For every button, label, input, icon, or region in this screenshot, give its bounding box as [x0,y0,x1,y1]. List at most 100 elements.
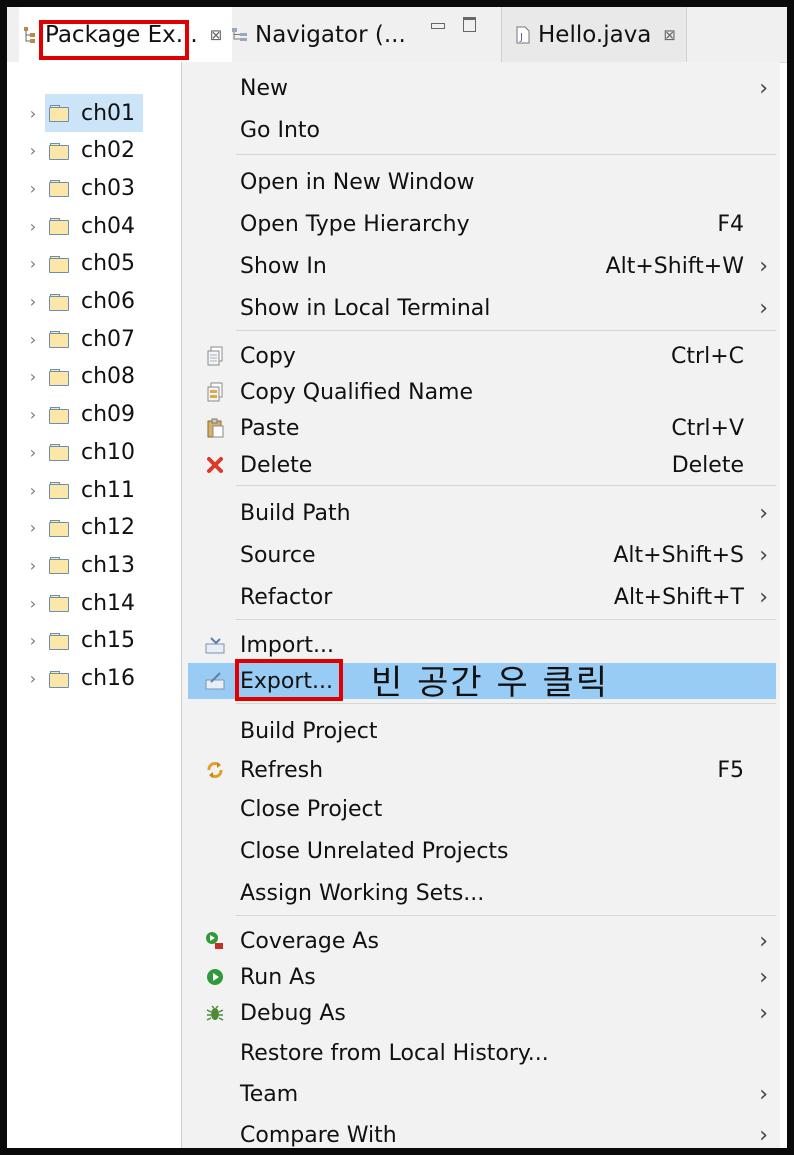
tree-item[interactable]: › ch12 [21,511,143,545]
menu-item-show-in-local-terminal[interactable]: Show in Local Terminal › [182,290,780,326]
tree-item[interactable]: › ch07 [21,322,143,356]
menu-item-show-in[interactable]: Show In Alt+Shift+W › [182,248,780,284]
tree-item[interactable]: › ch16 [21,662,143,696]
menu-item-close-project[interactable]: Close Project [182,791,780,827]
tab-hello-label: Hello.java [538,21,652,48]
tree-item[interactable]: › ch11 [21,473,143,507]
menu-item-coverage-as[interactable]: Coverage As › [182,923,780,959]
menu-item-open-in-new-window[interactable]: Open in New Window [182,164,780,200]
tree-item-content[interactable]: ch03 [45,169,143,207]
expand-chevron-icon[interactable]: › [21,254,45,273]
menu-item-copy-qualified-name[interactable]: Copy Qualified Name [182,374,780,410]
menu-shortcut: Ctrl+C [671,343,744,369]
tree-item[interactable]: › ch03 [21,171,143,205]
menu-item-copy[interactable]: Copy Ctrl+C [182,338,780,374]
tab-navigator[interactable]: Navigator (... [229,7,406,62]
expand-chevron-icon[interactable]: › [21,405,45,424]
menu-item-go-into[interactable]: Go Into [182,112,780,148]
menu-label: Debug As [240,1000,346,1026]
expand-chevron-icon[interactable]: › [21,669,45,688]
export-icon [202,668,228,694]
project-folder-icon [49,293,71,311]
expand-chevron-icon[interactable]: › [21,556,45,575]
tree-item[interactable]: › ch09 [21,398,143,432]
expand-chevron-icon[interactable]: › [21,330,45,349]
tree-item-label: ch08 [81,364,136,390]
expand-chevron-icon[interactable]: › [21,481,45,500]
menu-item-refresh[interactable]: Refresh F5 [182,752,780,788]
tree-item[interactable]: › ch06 [21,285,143,319]
expand-chevron-icon[interactable]: › [21,631,45,650]
menu-label: Show In [240,253,327,279]
tree-item-content[interactable]: ch06 [45,283,143,321]
tree-item-content[interactable]: ch11 [45,471,143,509]
tree-item[interactable]: › ch08 [21,360,143,394]
maximize-icon[interactable] [463,17,476,32]
submenu-arrow-icon: › [759,75,768,101]
tab-hello-java[interactable]: J Hello.java ⊠ [501,7,687,62]
tree-item-content[interactable]: ch12 [45,509,143,547]
project-folder-icon [49,595,71,613]
menu-item-source[interactable]: Source Alt+Shift+S › [182,537,780,573]
menu-item-paste[interactable]: Paste Ctrl+V [182,410,780,446]
menu-item-new[interactable]: New › [182,70,780,106]
menu-shortcut: Ctrl+V [671,415,744,441]
menu-label: Team [240,1081,299,1107]
menu-item-assign-working-sets[interactable]: Assign Working Sets... [182,875,780,911]
tree-item-content[interactable]: ch09 [45,396,143,434]
menu-label: Refresh [240,757,324,783]
menu-label: Build Project [240,718,378,744]
menu-item-compare-with[interactable]: Compare With › [182,1117,780,1148]
menu-item-restore-local-history[interactable]: Restore from Local History... [182,1035,780,1071]
minimize-icon[interactable] [431,23,445,29]
menu-label: Open Type Hierarchy [240,211,470,237]
tree-item-label: ch06 [81,289,136,314]
menu-item-build-path[interactable]: Build Path › [182,495,780,531]
close-icon[interactable]: ⊠ [663,26,676,44]
expand-chevron-icon[interactable]: › [21,367,45,386]
tree-item[interactable]: › ch05 [21,247,143,281]
tree-item[interactable]: › ch04 [21,209,143,243]
screenshot-frame: Package Ex... ⊠ Navigator (... J Hello.j… [0,0,794,1155]
expand-chevron-icon[interactable]: › [21,594,45,613]
menu-item-delete[interactable]: Delete Delete [182,447,780,483]
menu-item-build-project[interactable]: Build Project [182,713,780,749]
tree-item[interactable]: › ch02 [21,134,143,168]
submenu-arrow-icon: › [759,295,768,321]
tree-item-content[interactable]: ch16 [45,660,143,698]
tree-item-content[interactable]: ch05 [45,245,143,283]
tree-item[interactable]: › ch01 [21,94,144,132]
tree-item[interactable]: › ch10 [21,435,143,469]
expand-chevron-icon[interactable]: › [21,217,45,236]
expand-chevron-icon[interactable]: › [21,518,45,537]
menu-item-refactor[interactable]: Refactor Alt+Shift+T › [182,579,780,615]
expand-chevron-icon[interactable]: › [21,292,45,311]
expand-chevron-icon[interactable]: › [21,443,45,462]
tree-item-content[interactable]: ch08 [45,358,143,396]
menu-item-debug-as[interactable]: Debug As › [182,995,780,1031]
menu-item-open-type-hierarchy[interactable]: Open Type Hierarchy F4 [182,206,780,242]
expand-chevron-icon[interactable]: › [21,179,45,198]
tree-item-content[interactable]: ch02 [45,132,143,170]
tree-item[interactable]: › ch13 [21,548,143,582]
menu-item-close-unrelated-projects[interactable]: Close Unrelated Projects [182,833,780,869]
tree-item[interactable]: › ch15 [21,624,143,658]
expand-chevron-icon[interactable]: › [21,104,45,123]
view-tab-bar: Package Ex... ⊠ Navigator (... J Hello.j… [7,7,787,63]
menu-item-run-as[interactable]: Run As › [182,959,780,995]
project-folder-icon [49,331,71,349]
menu-item-team[interactable]: Team › [182,1076,780,1112]
menu-label: Coverage As [240,928,379,954]
tree-item-content[interactable]: ch04 [45,207,143,245]
project-tree: › ch01 › ch02 › ch03 › ch04 › ch05 › ch06 › ch07 › ch08… [7,62,181,1148]
tree-item-content[interactable]: ch15 [45,622,143,660]
close-icon[interactable]: ⊠ [210,26,223,44]
tree-item[interactable]: › ch14 [21,586,143,620]
tree-item-content[interactable]: ch14 [45,584,143,622]
expand-chevron-icon[interactable]: › [21,141,45,160]
tree-item-content[interactable]: ch13 [45,546,143,584]
tree-item-content[interactable]: ch01 [45,94,144,132]
tree-item-content[interactable]: ch10 [45,433,143,471]
menu-separator [236,485,776,486]
tree-item-content[interactable]: ch07 [45,320,143,358]
